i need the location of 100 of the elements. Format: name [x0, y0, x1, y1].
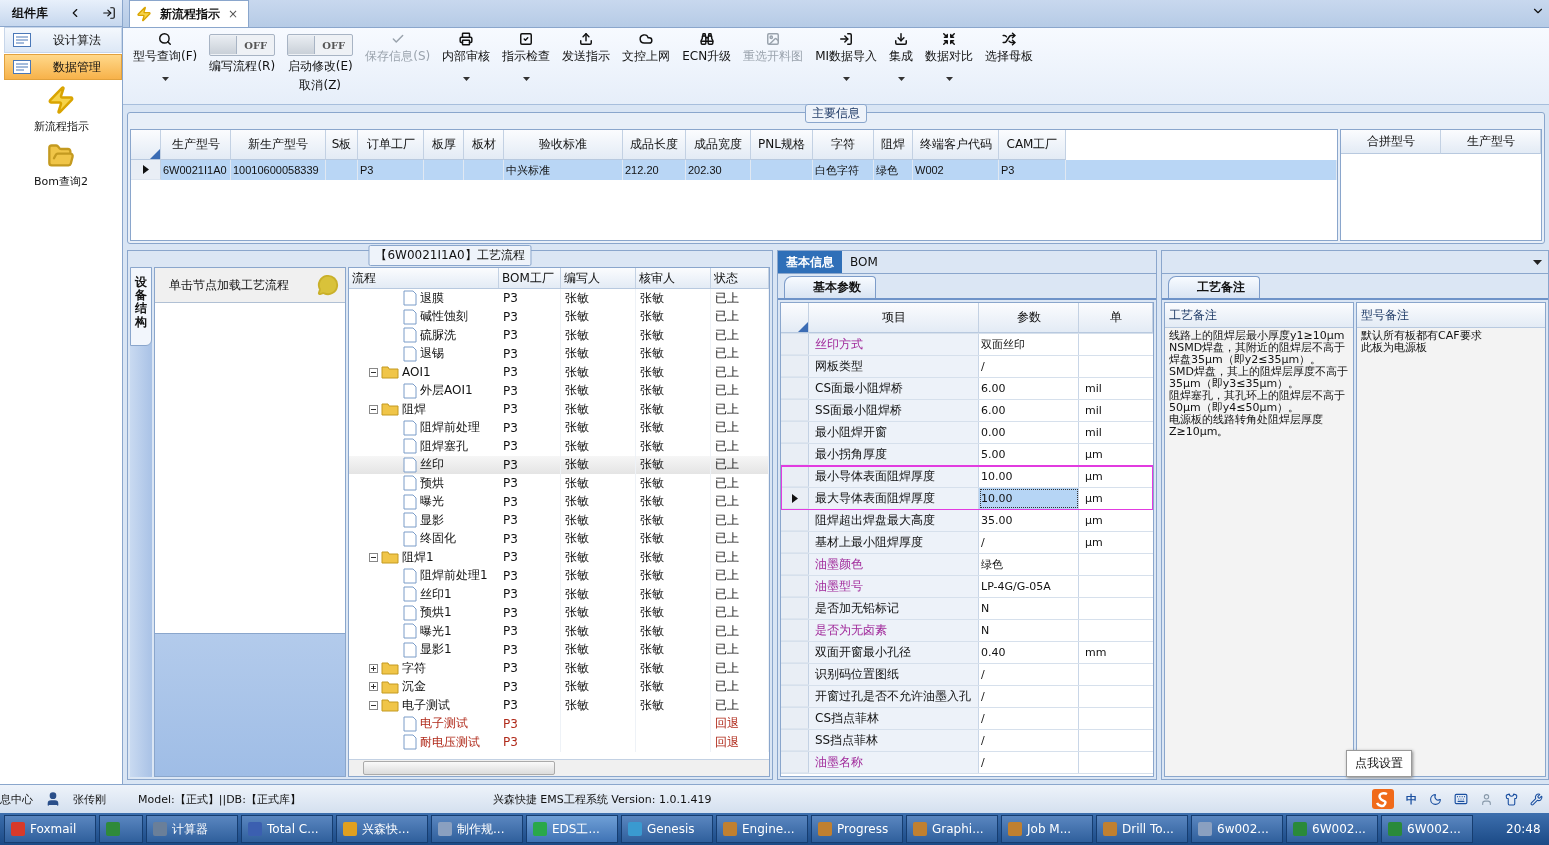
tree-node-label[interactable]: 外层AOI1: [420, 382, 473, 400]
tree-toggle-icon[interactable]: [369, 552, 378, 562]
param-value-cell[interactable]: /: [979, 708, 1079, 729]
tree-node-label[interactable]: 显影1: [420, 641, 452, 659]
tree-node-label[interactable]: 耐电压测试: [420, 733, 480, 751]
sidebar-item[interactable]: 设计算法: [4, 27, 122, 53]
param-value-cell[interactable]: /: [979, 686, 1079, 707]
taskbar-button[interactable]: Graphi...: [906, 815, 998, 843]
taskbar-button[interactable]: 制作规...: [431, 815, 523, 843]
tree-toggle-icon[interactable]: [369, 700, 378, 710]
param-value-cell[interactable]: /: [979, 664, 1079, 685]
toolbar-button[interactable]: 发送指示: [556, 30, 617, 67]
column-header[interactable]: 成品宽度: [686, 130, 751, 160]
param-value-cell[interactable]: 35.00: [979, 510, 1079, 531]
tree-node-label[interactable]: 碱性蚀刻: [420, 308, 468, 326]
notes-text-area[interactable]: 线路上的阻焊层最小厚度y1≥10μm NSMD焊盘，其附近的阻焊层不高于焊盘35μm（即y2≤35μm）。 SMD焊盘，其上的阻焊层厚度不高于35μm（即y3≤35μm）。 阻焊塞孔，其孔环上的阻焊层不高于50μm（即y4≤50μm）。 电源板的线路转角处阻焊层厚度Z≥10μm。: [1165, 328, 1353, 776]
ime-mode[interactable]: 中: [1406, 791, 1417, 807]
tree-node-label[interactable]: 曝光1: [420, 622, 452, 640]
panel-tab[interactable]: BOM: [842, 251, 886, 273]
toolbar-button[interactable]: 选择母板: [979, 30, 1040, 67]
tree-node-label[interactable]: 显影: [420, 511, 444, 529]
row-header[interactable]: [781, 488, 809, 509]
taskbar-button[interactable]: [99, 815, 143, 843]
param-value-cell[interactable]: /: [979, 752, 1079, 773]
tree-node-label[interactable]: 终固化: [420, 530, 456, 548]
taskbar-button[interactable]: 6W002...: [1286, 815, 1378, 843]
param-value-cell[interactable]: 6.00: [979, 400, 1079, 421]
horizontal-scrollbar[interactable]: [349, 759, 769, 776]
wrench-icon[interactable]: [1530, 792, 1543, 806]
taskbar-button[interactable]: EDS工...: [526, 815, 618, 843]
tree-toggle-icon[interactable]: [369, 682, 378, 692]
toggle-control[interactable]: OFF 启动修改(E) 取消(Z): [281, 30, 360, 96]
column-header[interactable]: 生产型号: [1441, 130, 1541, 154]
column-header[interactable]: 工艺备注: [1165, 303, 1353, 328]
tree-node-label[interactable]: 丝印: [420, 456, 444, 474]
close-button[interactable]: ×: [228, 7, 239, 21]
tree-node-label[interactable]: 阻焊塞孔: [420, 437, 468, 455]
param-value-cell[interactable]: 绿色: [979, 554, 1079, 575]
column-header[interactable]: 状态: [711, 268, 769, 288]
document-tab[interactable]: 新流程指示 ×: [129, 0, 250, 27]
param-value-cell[interactable]: 双面丝印: [979, 334, 1079, 355]
tree-node-label[interactable]: 阻焊前处理1: [420, 567, 488, 585]
toolbar-button[interactable]: 文控上网: [616, 30, 677, 67]
taskbar-button[interactable]: 计算器: [146, 815, 238, 843]
param-value-cell[interactable]: LP-4G/G-05A: [979, 576, 1079, 597]
toggle-control[interactable]: OFF 编写流程(R): [203, 30, 282, 77]
tree-node-label[interactable]: 阻焊前处理: [420, 419, 480, 437]
tree-toggle-icon[interactable]: [369, 404, 378, 414]
column-header[interactable]: S板: [326, 130, 358, 160]
column-header[interactable]: 型号备注: [1357, 303, 1545, 328]
column-header[interactable]: 参数: [979, 303, 1079, 333]
param-value-cell[interactable]: 10.00: [979, 466, 1079, 487]
param-value-cell[interactable]: /: [979, 730, 1079, 751]
tree-node-label[interactable]: 电子测试: [402, 696, 450, 714]
column-header[interactable]: 生产型号: [161, 130, 231, 160]
side-tab[interactable]: 设备结构: [130, 267, 152, 346]
column-header[interactable]: 阻焊: [874, 130, 913, 160]
column-header[interactable]: BOM工厂: [499, 268, 561, 288]
row-header[interactable]: [131, 160, 161, 180]
taskbar-button[interactable]: 6W002...: [1381, 815, 1473, 843]
tree-node-label[interactable]: 丝印1: [420, 585, 452, 603]
taskbar-button[interactable]: Progress: [811, 815, 903, 843]
column-header[interactable]: 板厚: [424, 130, 464, 160]
taskbar-button[interactable]: Drill To...: [1096, 815, 1188, 843]
taskbar-button[interactable]: 6w002...: [1191, 815, 1283, 843]
tree-node-label[interactable]: 电子测试: [420, 715, 468, 733]
toolbar-button[interactable]: MI数据导入: [809, 30, 884, 83]
tree-node-label[interactable]: 退锡: [420, 345, 444, 363]
sub-tab[interactable]: 工艺备注: [1168, 276, 1260, 298]
tree-node-label[interactable]: 曝光: [420, 493, 444, 511]
param-value-cell[interactable]: 5.00: [979, 444, 1079, 465]
panel-tab[interactable]: 基本信息: [778, 251, 842, 273]
column-header[interactable]: 合拼型号: [1341, 130, 1441, 154]
column-header[interactable]: 核审人: [636, 268, 711, 288]
moon-icon[interactable]: [1429, 792, 1442, 806]
param-value-cell[interactable]: N: [979, 598, 1079, 619]
toggle-switch[interactable]: OFF: [209, 34, 276, 56]
tree-node-label[interactable]: 阻焊1: [402, 548, 434, 566]
launcher-item[interactable]: Bom查询2: [0, 138, 122, 193]
toolbar-button[interactable]: 数据对比: [919, 30, 980, 83]
launcher-item[interactable]: 新流程指示: [0, 81, 122, 138]
person-icon[interactable]: [1480, 792, 1493, 806]
keyboard-icon[interactable]: [1454, 792, 1468, 806]
column-header[interactable]: PNL规格: [751, 130, 813, 160]
column-header[interactable]: 字符: [813, 130, 874, 160]
param-value-cell[interactable]: /: [979, 356, 1079, 377]
taskbar-button[interactable]: Total C...: [241, 815, 333, 843]
tree-node-label[interactable]: 预烘: [420, 474, 444, 492]
toolbar-button[interactable]: 指示检查: [496, 30, 557, 83]
param-value-cell[interactable]: 0.00: [979, 422, 1079, 443]
taskbar-button[interactable]: 兴森快...: [336, 815, 428, 843]
settings-popup[interactable]: 点我设置: [1346, 750, 1412, 777]
taskbar-button[interactable]: Genesis: [621, 815, 713, 843]
taskbar-button[interactable]: Job M...: [1001, 815, 1093, 843]
tree-node-label[interactable]: 退膜: [420, 289, 444, 307]
tree-node-label[interactable]: 字符: [402, 659, 426, 677]
param-value-cell[interactable]: 6.00: [979, 378, 1079, 399]
column-header[interactable]: 新生产型号: [231, 130, 326, 160]
column-header[interactable]: 编写人: [561, 268, 636, 288]
param-value-cell[interactable]: /: [979, 532, 1079, 553]
